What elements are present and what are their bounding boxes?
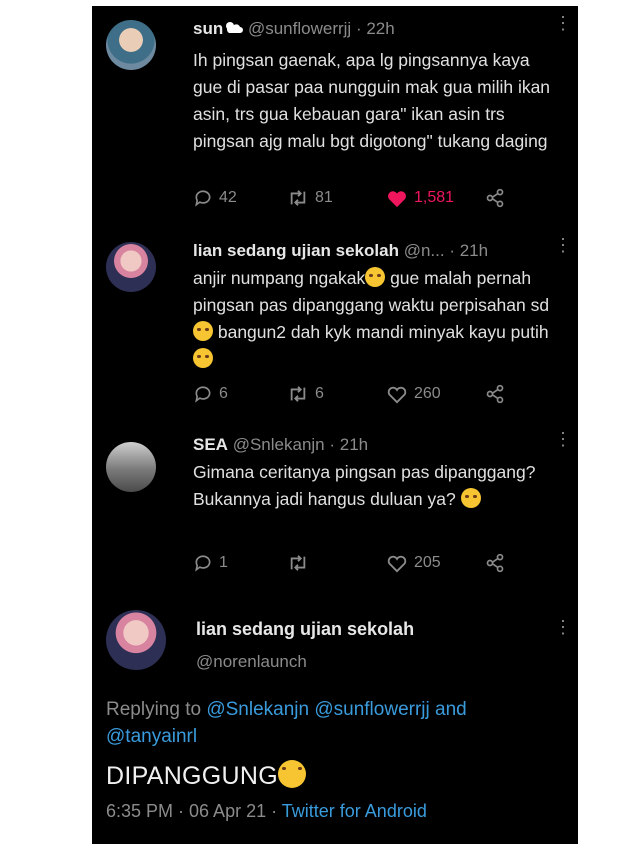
like-button[interactable]: 260 — [386, 384, 441, 404]
share-icon — [486, 188, 504, 208]
reply-count: 42 — [219, 189, 237, 206]
retweet-button[interactable] — [287, 553, 315, 573]
reply-button[interactable]: 6 — [193, 384, 228, 404]
loudly-crying-face-icon — [365, 267, 386, 287]
tweet-footer: 6:35 PM · 06 Apr 21 · Twitter for Androi… — [106, 801, 427, 822]
avatar[interactable] — [106, 20, 156, 70]
timestamp: · 22h — [355, 19, 395, 38]
handle[interactable]: @n... — [404, 241, 445, 260]
reply-button[interactable]: 1 — [193, 553, 228, 573]
loudly-crying-face-icon — [460, 488, 481, 508]
tweet-actions: 42 81 1,581 — [193, 188, 553, 212]
tweet-header: sun @sunflowerrjj · 22h — [193, 19, 395, 39]
handle[interactable]: @sunflowerrjj — [248, 19, 351, 38]
replying-prefix: Replying to — [106, 699, 202, 720]
main-display-name[interactable]: lian sedang ujian sekolah — [196, 619, 414, 640]
like-button[interactable]: 1,581 — [386, 188, 454, 208]
reply-icon — [195, 190, 211, 207]
replying-to: Replying to @Snlekanjn @sunflowerrjj and… — [106, 696, 526, 750]
loudly-crying-face-icon — [278, 760, 306, 788]
retweet-icon — [290, 190, 306, 206]
reply-icon — [195, 555, 211, 572]
source-link[interactable]: Twitter for Android — [282, 801, 427, 821]
twitter-thread-screen: sun @sunflowerrjj · 22h ⋮ Ih pingsan gae… — [92, 6, 578, 844]
display-name[interactable]: lian sedang ujian sekolah — [193, 241, 399, 260]
tweet-text: anjir numpang ngakak gue malah pernah pi… — [193, 265, 553, 373]
reply-icon — [195, 386, 211, 403]
heart-icon — [387, 191, 407, 208]
avatar[interactable] — [106, 242, 156, 292]
tweet-header: lian sedang ujian sekolah @n... · 21h — [193, 241, 488, 261]
retweet-icon — [290, 386, 306, 402]
more-options-icon[interactable]: ⋮ — [554, 618, 572, 636]
sun-behind-cloud-icon — [223, 19, 244, 33]
retweet-button[interactable]: 6 — [287, 384, 324, 404]
more-options-icon[interactable]: ⋮ — [554, 14, 572, 32]
retweet-icon — [290, 555, 306, 571]
display-name[interactable]: SEA — [193, 435, 228, 454]
tweet-header: SEA @Snlekanjn · 21h — [193, 435, 368, 455]
share-icon — [486, 384, 504, 404]
retweet-count: 81 — [315, 189, 333, 206]
reply-count: 6 — [219, 385, 228, 402]
like-button[interactable]: 205 — [386, 553, 441, 573]
tweet-text: Gimana ceritanya pingsan pas dipanggang?… — [193, 459, 553, 513]
heart-icon — [387, 386, 407, 404]
tweet-actions: 1 205 — [193, 553, 553, 577]
share-icon — [486, 553, 504, 573]
retweet-count: 6 — [315, 385, 324, 402]
like-count: 1,581 — [414, 189, 455, 206]
tweet-actions: 6 6 260 — [193, 384, 553, 408]
main-text: DIPANGGUNG — [106, 762, 278, 790]
handle[interactable]: @Snlekanjn — [233, 435, 325, 454]
heart-icon — [387, 555, 407, 573]
text-part: Gimana ceritanya pingsan pas dipanggang?… — [193, 462, 536, 509]
more-options-icon[interactable]: ⋮ — [554, 236, 572, 254]
text-part: anjir numpang ngakak — [193, 268, 366, 288]
retweet-button[interactable]: 81 — [287, 188, 333, 208]
share-button[interactable] — [485, 188, 505, 208]
main-avatar[interactable] — [106, 610, 166, 670]
main-timestamp: 6:35 PM · 06 Apr 21 · — [106, 801, 278, 821]
tweet-text: Ih pingsan gaenak, apa lg pingsannya kay… — [193, 50, 551, 151]
timestamp: · 21h — [329, 435, 369, 454]
main-handle[interactable]: @norenlaunch — [196, 652, 307, 672]
timestamp: · 21h — [449, 241, 489, 260]
reply-count: 1 — [219, 554, 228, 571]
like-count: 260 — [414, 385, 441, 402]
more-options-icon[interactable]: ⋮ — [554, 430, 572, 448]
loudly-crying-face-icon — [193, 321, 213, 341]
like-count: 205 — [414, 554, 441, 571]
text-part: bangun2 dah kyk mandi minyak kayu putih — [213, 322, 549, 342]
loudly-crying-face-icon — [193, 348, 213, 368]
reply-button[interactable]: 42 — [193, 188, 237, 208]
avatar[interactable] — [106, 442, 156, 492]
display-name[interactable]: sun — [193, 19, 223, 38]
main-tweet-text: DIPANGGUNG — [106, 760, 306, 791]
share-button[interactable] — [485, 384, 505, 404]
share-button[interactable] — [485, 553, 505, 573]
